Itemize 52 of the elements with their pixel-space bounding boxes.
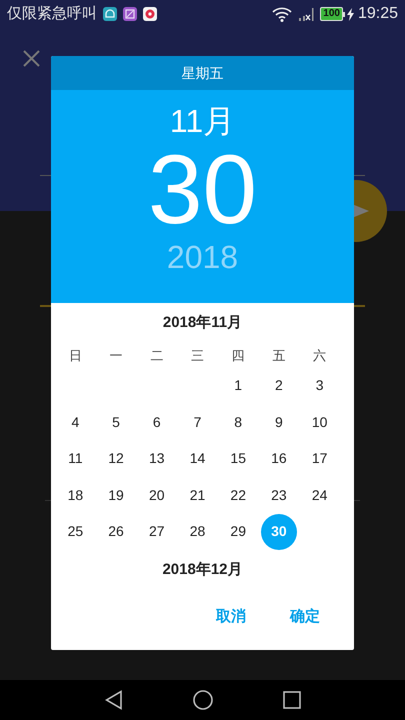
- status-text: 仅限紧急呼叫: [7, 4, 97, 24]
- calendar-day[interactable]: 24: [312, 484, 328, 506]
- home-icon[interactable]: [192, 690, 212, 710]
- weekday-label: 二: [150, 347, 164, 365]
- android-icon: [103, 7, 117, 21]
- calendar-day[interactable]: 27: [148, 521, 165, 542]
- calendar-day[interactable]: 29: [230, 521, 246, 542]
- image-icon: [123, 7, 137, 21]
- calendar-day[interactable]: 21: [190, 484, 206, 506]
- weekday-label: 四: [232, 347, 245, 365]
- calendar-day[interactable]: 26: [108, 521, 124, 542]
- calendar-day[interactable]: 9: [275, 412, 283, 433]
- charging-icon: [346, 8, 354, 20]
- calendar-day[interactable]: 8: [234, 412, 242, 433]
- calendar-day[interactable]: 12: [108, 448, 124, 470]
- calendar-day[interactable]: 10: [312, 412, 328, 433]
- weekday-label: 五: [272, 347, 286, 365]
- calendar-day[interactable]: 18: [68, 484, 84, 506]
- calendar-day[interactable]: 6: [152, 412, 161, 433]
- app-icon: [143, 7, 157, 21]
- calendar-day[interactable]: 13: [148, 448, 165, 470]
- calendar-day[interactable]: 23: [271, 484, 287, 506]
- calendar-day[interactable]: 3: [316, 375, 324, 396]
- clock-text: 19:25: [358, 4, 398, 24]
- weekday-label: 六: [313, 347, 326, 365]
- weekday-label: 三: [190, 347, 204, 365]
- calendar-day[interactable]: 19: [108, 484, 124, 506]
- calendar-day[interactable]: 28: [190, 521, 206, 542]
- recents-icon[interactable]: [282, 691, 300, 709]
- calendar-day[interactable]: 20: [148, 484, 165, 506]
- signal-icon: [298, 7, 314, 21]
- weekday-label: 日: [68, 347, 82, 365]
- calendar-day[interactable]: 11: [68, 448, 83, 470]
- month-title: 2018年12月: [162, 560, 243, 580]
- wifi-icon: [272, 6, 292, 22]
- calendar-day[interactable]: 22: [230, 484, 246, 506]
- calendar-day[interactable]: 15: [230, 448, 246, 470]
- calendar-day[interactable]: 1: [234, 375, 242, 396]
- month-title: 2018年11月: [162, 313, 242, 333]
- calendar-day[interactable]: 25: [68, 521, 84, 542]
- back-icon[interactable]: [104, 690, 122, 710]
- calendar-day[interactable]: 5: [112, 412, 120, 433]
- calendar-day[interactable]: 17: [312, 448, 328, 470]
- weekday-label: 一: [110, 347, 123, 365]
- calendar-day[interactable]: 2: [275, 375, 283, 396]
- battery-icon: 100: [320, 7, 345, 21]
- calendar-day[interactable]: 14: [190, 448, 206, 470]
- calendar-day[interactable]: 7: [194, 412, 202, 433]
- weekday-text: 星期五: [182, 64, 224, 82]
- calendar-day[interactable]: 16: [271, 448, 287, 470]
- calendar-day[interactable]: 4: [71, 412, 80, 433]
- close-icon[interactable]: [23, 50, 40, 67]
